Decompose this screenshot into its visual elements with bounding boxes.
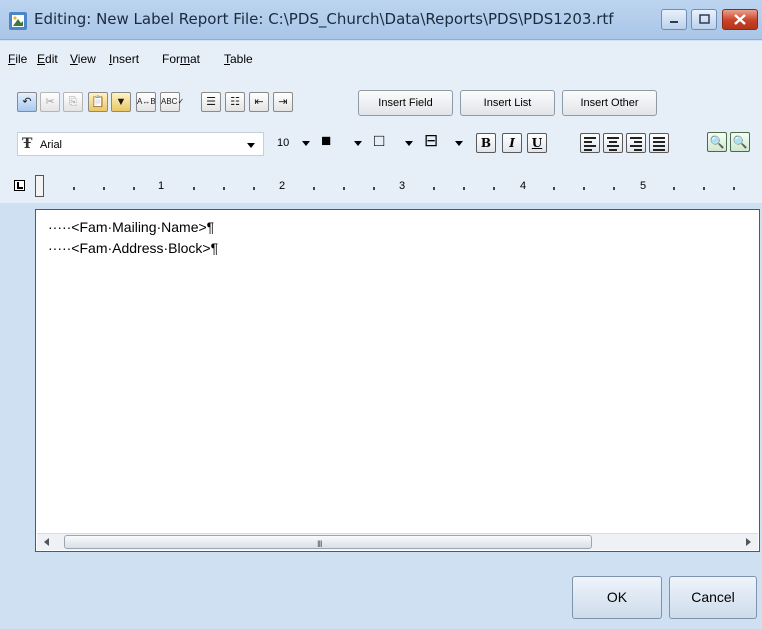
window-title: Editing: New Label Report File: C:\PDS_C… (34, 10, 614, 28)
title-bar[interactable]: Editing: New Label Report File: C:\PDS_C… (0, 0, 762, 40)
border-chevron-icon[interactable] (455, 141, 463, 146)
insert-other-button[interactable]: Insert Other (562, 90, 657, 116)
tab-stop-type-icon[interactable] (14, 180, 25, 191)
insert-list-button[interactable]: Insert List (460, 90, 555, 116)
ruler-number: 4 (520, 180, 527, 192)
scrollbar-grip: III (317, 539, 322, 549)
app-icon (9, 12, 27, 30)
highlight-color-chevron-icon[interactable] (405, 141, 413, 146)
menu-table[interactable]: Table (224, 52, 253, 66)
insert-field-button[interactable]: Insert Field (358, 90, 453, 116)
align-right-icon[interactable] (626, 133, 646, 153)
menu-edit[interactable]: Edit (37, 52, 58, 66)
scroll-left-icon[interactable] (44, 538, 49, 546)
standard-toolbar: ↶ ✂ ⎘ 📋 ▼ A↔B ABC✓ ☰ ☷ ⇤ ⇥ Insert Field … (0, 71, 762, 123)
scrollbar-thumb[interactable]: III (64, 535, 592, 549)
menu-bar: File Edit View Insert Format Table (0, 41, 762, 71)
ruler-number: 1 (158, 180, 165, 192)
ruler-number: 2 (279, 180, 286, 192)
italic-button[interactable]: I (502, 133, 522, 153)
bullet-list-icon[interactable]: ☰ (201, 92, 221, 112)
text-color-icon[interactable]: ■ (321, 132, 331, 149)
close-button[interactable] (722, 9, 758, 30)
ruler-number: 5 (640, 180, 647, 192)
border-icon[interactable]: ⊟ (424, 132, 438, 149)
scroll-right-icon[interactable] (746, 538, 751, 546)
font-name-value: Arial (40, 139, 63, 151)
format-painter-icon[interactable]: ▼ (111, 92, 131, 112)
align-left-icon[interactable] (580, 133, 600, 153)
ruler-number: 3 (399, 180, 406, 192)
menu-view[interactable]: View (70, 52, 96, 66)
undo-icon[interactable]: ↶ (17, 92, 37, 112)
zoom-in-icon[interactable]: 🔍 (730, 132, 750, 152)
highlight-color-icon[interactable]: □ (374, 132, 384, 149)
formatting-toolbar: Ŧ Arial 10 ■ □ ⊟ B I U 🔍 🔍 (0, 123, 762, 169)
horizontal-scrollbar[interactable]: III (37, 533, 758, 550)
document-line[interactable]: ·····<Fam·Address·Block>¶ (48, 240, 218, 256)
maximize-icon (699, 14, 710, 24)
ok-button[interactable]: OK (572, 576, 662, 619)
bold-button[interactable]: B (476, 133, 496, 153)
cut-icon[interactable]: ✂ (40, 92, 60, 112)
find-replace-icon[interactable]: A↔B (136, 92, 156, 112)
paste-icon[interactable]: 📋 (88, 92, 108, 112)
zoom-out-icon[interactable]: 🔍 (707, 132, 727, 152)
minimize-button[interactable] (661, 9, 687, 30)
minimize-icon (670, 21, 678, 23)
menu-file[interactable]: File (8, 52, 27, 66)
numbered-list-icon[interactable]: ☷ (225, 92, 245, 112)
font-size-chevron-icon[interactable] (302, 141, 310, 146)
indent-marker[interactable] (35, 175, 44, 197)
decrease-indent-icon[interactable]: ⇤ (249, 92, 269, 112)
font-size-value[interactable]: 10 (277, 137, 289, 149)
menu-format[interactable]: Format (162, 52, 200, 66)
text-color-chevron-icon[interactable] (354, 141, 362, 146)
close-icon (734, 14, 746, 25)
maximize-button[interactable] (691, 9, 717, 30)
document-editor[interactable]: ·····<Fam·Mailing·Name>¶ ·····<Fam·Addre… (35, 209, 760, 552)
spell-check-icon[interactable]: ABC✓ (160, 92, 184, 112)
underline-button[interactable]: U (527, 133, 547, 153)
copy-icon[interactable]: ⎘ (63, 92, 83, 112)
cancel-button[interactable]: Cancel (669, 576, 757, 619)
increase-indent-icon[interactable]: ⇥ (273, 92, 293, 112)
menu-insert[interactable]: Insert (109, 52, 139, 66)
justify-icon[interactable] (649, 133, 669, 153)
ruler[interactable]: 1 2 3 4 5 (0, 169, 762, 203)
align-center-icon[interactable] (603, 133, 623, 153)
chevron-down-icon (247, 143, 255, 148)
font-name-dropdown[interactable]: Ŧ Arial (17, 132, 264, 156)
font-icon: Ŧ (22, 136, 33, 152)
document-line[interactable]: ·····<Fam·Mailing·Name>¶ (48, 219, 214, 235)
